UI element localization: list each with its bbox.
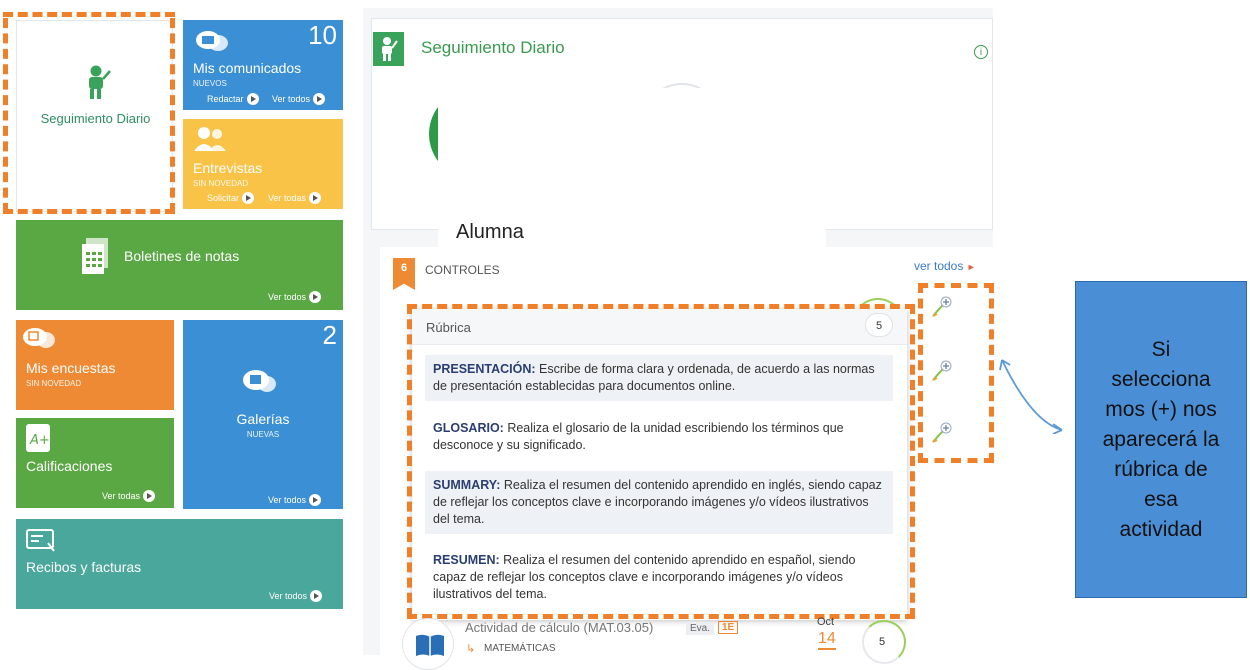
rubric-title: Rúbrica	[426, 320, 471, 335]
rubric-item-summary: SUMMARY: Realiza el resumen del contenid…	[425, 471, 893, 534]
arrow-right-icon	[309, 494, 322, 506]
encuestas-tile[interactable]: Mis encuestas SIN NOVEDAD	[16, 320, 174, 410]
entrevistas-tile[interactable]: Entrevistas SIN NOVEDAD Solicitar Ver to…	[183, 119, 343, 209]
student-name-box: Alumna	[438, 88, 826, 252]
galerias-label: Galerías	[236, 411, 290, 427]
calificaciones-ver-todas-link[interactable]: Ver todas	[102, 490, 156, 502]
report-card-icon	[82, 238, 108, 274]
header-icon-box	[373, 32, 404, 66]
galerias-tile[interactable]: 2 Galerías NUEVAS Ver todos	[183, 320, 343, 509]
encuestas-label: Mis encuestas	[26, 360, 116, 376]
calificaciones-label: Calificaciones	[26, 458, 113, 474]
recibos-ver-todos-link[interactable]: Ver todos	[269, 590, 323, 602]
dashed-frame-top	[3, 12, 175, 17]
grade-a-plus-icon: A+	[26, 424, 50, 452]
arrow-right-icon	[143, 490, 156, 502]
pencil-icon	[246, 93, 259, 105]
add-rubric-icon[interactable]	[930, 296, 952, 318]
receipt-icon	[26, 529, 55, 552]
activity-subject: MATEMÁTICAS	[484, 643, 556, 654]
rubric-dashed-right	[910, 304, 915, 618]
gallery-bubble-icon	[243, 370, 276, 392]
activity-title: Actividad de cálculo (MAT.03.05)	[465, 620, 654, 635]
rubric-dashed-left	[407, 304, 412, 618]
comunicados-ver-todos-link[interactable]: Ver todos	[272, 93, 326, 105]
rubric-dashed-top	[407, 304, 915, 309]
plus-dashed-top	[918, 283, 994, 288]
entrevistas-status: SIN NOVEDAD	[193, 179, 249, 188]
galerias-status: NUEVAS	[246, 430, 280, 439]
arrow-right-icon	[310, 590, 323, 602]
student-label: Alumna	[456, 221, 524, 243]
plus-dashed-bottom	[918, 458, 994, 463]
arrow-right-icon	[309, 291, 322, 303]
connector-arrow	[999, 359, 1063, 434]
survey-bubble-icon	[23, 328, 55, 348]
seguimiento-label: Seguimiento Diario	[40, 111, 151, 126]
entrevistas-ver-todas-link[interactable]: Ver todas	[268, 192, 322, 204]
arrow-right-icon	[313, 93, 326, 105]
book-icon-circle	[402, 618, 454, 670]
activity-month: Oct	[817, 616, 835, 628]
rubric-item-resumen: RESUMEN: Realiza el resumen del contenid…	[433, 553, 856, 601]
student-icon	[382, 37, 398, 61]
arrow-right-icon	[309, 192, 322, 204]
rubric-item-presentacion: PRESENTACIÓN: Escribe de forma clara y o…	[425, 355, 893, 401]
comunicados-tile[interactable]: 10 Mis comunicados NUEVOS Redactar Ver t…	[183, 20, 343, 110]
seguimiento-tile[interactable]: Seguimiento Diario	[16, 20, 173, 212]
galerias-ver-todos-link[interactable]: Ver todos	[268, 494, 322, 506]
plus-dashed-left	[918, 283, 923, 463]
eval-value: 1E	[718, 621, 739, 634]
boletines-tile[interactable]: Boletines de notas Ver todos	[16, 220, 343, 310]
galerias-count: 2	[322, 320, 337, 350]
boletines-label: Boletines de notas	[124, 248, 240, 264]
recibos-tile[interactable]: Recibos y facturas Ver todos	[16, 519, 343, 609]
comunicados-label: Mis comunicados	[193, 60, 302, 76]
subject-arrow-icon: ↳	[466, 643, 476, 655]
people-icon	[194, 127, 226, 151]
calificaciones-tile[interactable]: A+ Calificaciones Ver todas	[16, 418, 174, 508]
book-icon	[416, 634, 444, 656]
rubric-header	[412, 309, 907, 345]
activity-day: 14	[818, 630, 836, 650]
redactar-link[interactable]: Redactar	[207, 93, 259, 105]
arrow-right-icon: ►	[966, 262, 976, 272]
add-rubric-icon[interactable]	[930, 422, 952, 444]
rubric-item-glosario: GLOSARIO: Realiza el glosario de la unid…	[433, 421, 844, 452]
student-icon	[89, 65, 111, 99]
dashed-frame-left	[3, 18, 8, 213]
dashed-frame-right	[170, 18, 175, 213]
info-icon[interactable]: i	[974, 45, 988, 59]
callout-box: Si selecciona mos (+) nos aparecerá la r…	[1075, 281, 1247, 598]
dashed-frame-bottom	[3, 209, 175, 214]
controles-label: CONTROLES	[425, 263, 500, 277]
svg-text:A+: A+	[29, 433, 50, 448]
add-rubric-icon[interactable]	[930, 360, 952, 382]
chat-bubbles-icon	[196, 31, 228, 51]
boletines-ver-todos-link[interactable]: Ver todos	[268, 291, 322, 303]
rubric-score: 5	[865, 313, 893, 337]
plus-circle-icon	[242, 192, 255, 204]
comunicados-count: 10	[308, 20, 337, 50]
encuestas-status: SIN NOVEDAD	[26, 379, 82, 388]
entrevistas-label: Entrevistas	[193, 160, 263, 176]
solicitar-link[interactable]: Solicitar	[207, 192, 255, 204]
callout-text: Si selecciona mos (+) nos aparecerá la r…	[1102, 337, 1220, 541]
activity-score: 5	[879, 636, 886, 648]
eval-label: Eva.	[686, 622, 715, 635]
activity-row[interactable]: Actividad de cálculo (MAT.03.05) Eva. 1E…	[400, 616, 920, 670]
comunicados-status: NUEVOS	[193, 79, 227, 88]
panel-title: Seguimiento Diario	[421, 38, 565, 57]
recibos-label: Recibos y facturas	[26, 559, 142, 575]
controles-ver-todos-link[interactable]: ver todos ►	[914, 259, 976, 273]
